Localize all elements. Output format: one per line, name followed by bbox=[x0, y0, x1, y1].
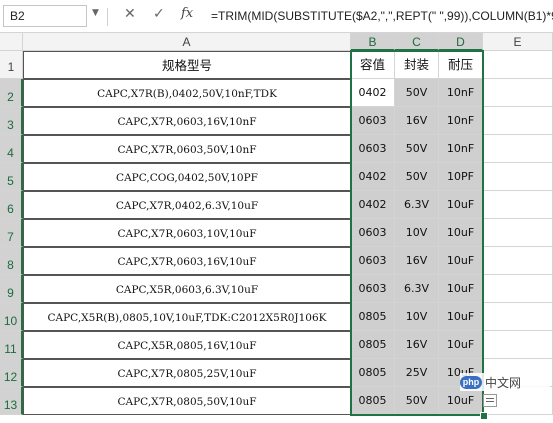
fill-handle[interactable] bbox=[480, 412, 488, 420]
value-cell-d[interactable]: 10uF bbox=[439, 275, 483, 303]
value-cell-d[interactable]: 10uF bbox=[439, 303, 483, 331]
spec-cell[interactable]: CAPC,X5R,0805,16V,10uF bbox=[23, 331, 351, 359]
row-header-4[interactable]: 4 bbox=[0, 135, 23, 163]
value-cell-c[interactable]: 50V bbox=[395, 135, 439, 163]
column-header-b[interactable]: B bbox=[351, 33, 395, 51]
empty-cell-e[interactable] bbox=[483, 163, 553, 191]
spec-cell[interactable]: CAPC,X7R,0603,10V,10uF bbox=[23, 219, 351, 247]
value-cell-c[interactable]: 6.3V bbox=[395, 191, 439, 219]
quick-analysis-icon[interactable] bbox=[483, 394, 497, 407]
empty-cell-e[interactable] bbox=[483, 247, 553, 275]
header-cell-b[interactable]: 容值 bbox=[351, 51, 395, 79]
spec-cell[interactable]: CAPC,X7R,0603,16V,10nF bbox=[23, 107, 351, 135]
php-logo-icon: php bbox=[460, 375, 482, 389]
header-cell-a[interactable]: 规格型号 bbox=[23, 51, 351, 79]
header-cell-d[interactable]: 耐压 bbox=[439, 51, 483, 79]
value-cell-c[interactable]: 16V bbox=[395, 247, 439, 275]
header-cell-c[interactable]: 封装 bbox=[395, 51, 439, 79]
value-cell-d[interactable]: 10nF bbox=[439, 135, 483, 163]
value-cell-b[interactable]: 0402 bbox=[351, 163, 395, 191]
column-header-e[interactable]: E bbox=[483, 33, 553, 51]
row-header-6[interactable]: 6 bbox=[0, 191, 23, 219]
spec-cell[interactable]: CAPC,X7R,0603,16V,10uF bbox=[23, 247, 351, 275]
value-cell-d[interactable]: 10uF bbox=[439, 387, 483, 415]
value-cell-b[interactable]: 0603 bbox=[351, 247, 395, 275]
spec-cell[interactable]: CAPC,X7R,0805,50V,10uF bbox=[23, 387, 351, 415]
value-cell-c[interactable]: 6.3V bbox=[395, 275, 439, 303]
column-header-d[interactable]: D bbox=[439, 33, 483, 51]
value-cell-d[interactable]: 10uF bbox=[439, 191, 483, 219]
name-box-dropdown-icon[interactable]: ▼ bbox=[92, 8, 99, 18]
empty-cell-e[interactable] bbox=[483, 191, 553, 219]
formula-bar: B2 ▼ ✕ ✓ fx =TRIM(MID(SUBSTITUTE($A2,","… bbox=[0, 0, 553, 33]
value-cell-b[interactable]: 0603 bbox=[351, 135, 395, 163]
empty-cell-e[interactable] bbox=[483, 275, 553, 303]
value-cell-c[interactable]: 16V bbox=[395, 331, 439, 359]
formula-input[interactable]: =TRIM(MID(SUBSTITUTE($A2,",",REPT(" ",99… bbox=[204, 5, 553, 27]
value-cell-b[interactable]: 0603 bbox=[351, 275, 395, 303]
value-cell-c[interactable]: 10V bbox=[395, 303, 439, 331]
name-box[interactable]: B2 bbox=[3, 5, 87, 27]
spec-cell[interactable]: CAPC,COG,0402,50V,10PF bbox=[23, 163, 351, 191]
row-header-13[interactable]: 13 bbox=[0, 387, 23, 415]
value-cell-b[interactable]: 0805 bbox=[351, 359, 395, 387]
value-cell-b[interactable]: 0402 bbox=[351, 79, 395, 107]
value-cell-c[interactable]: 10V bbox=[395, 219, 439, 247]
formula-bar-divider bbox=[107, 8, 108, 26]
empty-cell-e[interactable] bbox=[483, 107, 553, 135]
empty-cell-e[interactable] bbox=[483, 303, 553, 331]
value-cell-d[interactable]: 10uF bbox=[439, 219, 483, 247]
empty-cell-e[interactable] bbox=[483, 51, 553, 79]
empty-cell-e[interactable] bbox=[483, 331, 553, 359]
spec-cell[interactable]: CAPC,X5R(B),0805,10V,10uF,TDK:C2012X5R0J… bbox=[23, 303, 351, 331]
watermark-text: 中文网 bbox=[485, 375, 522, 390]
spec-cell[interactable]: CAPC,X7R,0805,25V,10uF bbox=[23, 359, 351, 387]
row-header-7[interactable]: 7 bbox=[0, 219, 23, 247]
row-header-5[interactable]: 5 bbox=[0, 163, 23, 191]
row-header-9[interactable]: 9 bbox=[0, 275, 23, 303]
column-header-a[interactable]: A bbox=[23, 33, 351, 51]
row-header-1[interactable]: 1 bbox=[0, 51, 23, 79]
value-cell-d[interactable]: 10nF bbox=[439, 107, 483, 135]
confirm-icon[interactable]: ✓ bbox=[153, 6, 165, 22]
row-header-12[interactable]: 12 bbox=[0, 359, 23, 387]
watermark: php 中文网 bbox=[460, 373, 550, 391]
value-cell-b[interactable]: 0805 bbox=[351, 331, 395, 359]
value-cell-c[interactable]: 50V bbox=[395, 387, 439, 415]
value-cell-d[interactable]: 10uF bbox=[439, 247, 483, 275]
value-cell-c[interactable]: 50V bbox=[395, 79, 439, 107]
insert-function-icon[interactable]: fx bbox=[181, 6, 193, 21]
spec-cell[interactable]: CAPC,X5R,0603,6.3V,10uF bbox=[23, 275, 351, 303]
empty-cell-e[interactable] bbox=[483, 135, 553, 163]
value-cell-d[interactable]: 10PF bbox=[439, 163, 483, 191]
cancel-icon[interactable]: ✕ bbox=[124, 6, 136, 22]
row-header-8[interactable]: 8 bbox=[0, 247, 23, 275]
value-cell-b[interactable]: 0603 bbox=[351, 219, 395, 247]
value-cell-b[interactable]: 0402 bbox=[351, 191, 395, 219]
value-cell-d[interactable]: 10nF bbox=[439, 79, 483, 107]
select-all-corner[interactable] bbox=[0, 33, 23, 51]
spec-cell[interactable]: CAPC,X7R,0402,6.3V,10uF bbox=[23, 191, 351, 219]
value-cell-c[interactable]: 50V bbox=[395, 163, 439, 191]
spec-cell[interactable]: CAPC,X7R(B),0402,50V,10nF,TDK bbox=[23, 79, 351, 107]
value-cell-b[interactable]: 0805 bbox=[351, 387, 395, 415]
column-header-c[interactable]: C bbox=[395, 33, 439, 51]
empty-cell-e[interactable] bbox=[483, 79, 553, 107]
value-cell-b[interactable]: 0805 bbox=[351, 303, 395, 331]
value-cell-b[interactable]: 0603 bbox=[351, 107, 395, 135]
row-header-11[interactable]: 11 bbox=[0, 331, 23, 359]
value-cell-d[interactable]: 10uF bbox=[439, 331, 483, 359]
value-cell-c[interactable]: 25V bbox=[395, 359, 439, 387]
row-header-10[interactable]: 10 bbox=[0, 303, 23, 331]
empty-cell-e[interactable] bbox=[483, 219, 553, 247]
value-cell-c[interactable]: 16V bbox=[395, 107, 439, 135]
row-header-3[interactable]: 3 bbox=[0, 107, 23, 135]
spec-cell[interactable]: CAPC,X7R,0603,50V,10nF bbox=[23, 135, 351, 163]
row-header-2[interactable]: 2 bbox=[0, 79, 23, 107]
